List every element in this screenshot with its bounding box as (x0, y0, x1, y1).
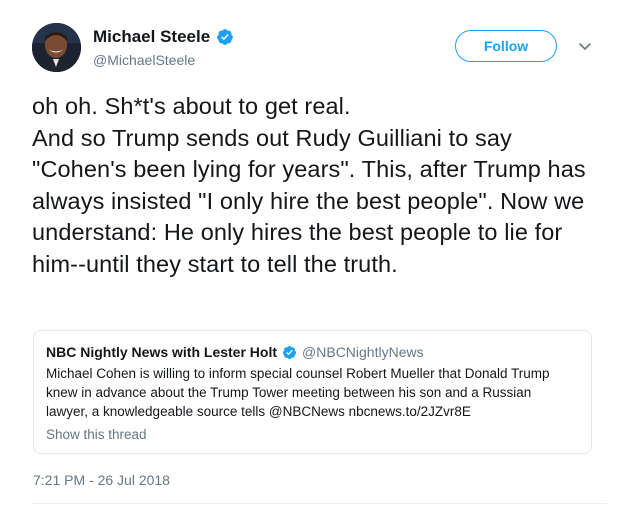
tweet-timestamp[interactable]: 7:21 PM - 26 Jul 2018 (33, 472, 170, 488)
quoted-handle: @NBCNightlyNews (302, 344, 424, 360)
author-handle[interactable]: @MichaelSteele (93, 52, 234, 68)
quoted-tweet[interactable]: NBC Nightly News with Lester Holt @NBCNi… (33, 330, 592, 454)
tweet-header: Michael Steele @MichaelSteele Follow (32, 23, 602, 75)
author-display-name[interactable]: Michael Steele (93, 27, 210, 47)
follow-button[interactable]: Follow (455, 30, 557, 62)
author-names: Michael Steele @MichaelSteele (93, 27, 234, 68)
quoted-tweet-text: Michael Cohen is willing to inform speci… (46, 366, 550, 419)
tweet-text: oh oh. Sh*t's about to get real. And so … (32, 93, 586, 277)
tweet-card: Michael Steele @MichaelSteele Follow oh … (0, 0, 627, 508)
quoted-tweet-header: NBC Nightly News with Lester Holt @NBCNi… (46, 344, 579, 360)
divider (32, 503, 607, 504)
verified-badge-icon (282, 345, 297, 360)
quoted-display-name: NBC Nightly News with Lester Holt (46, 344, 278, 360)
avatar[interactable] (32, 23, 81, 72)
verified-badge-icon (216, 28, 234, 46)
chevron-down-icon[interactable] (577, 38, 593, 54)
show-thread-link[interactable]: Show this thread (46, 427, 579, 442)
